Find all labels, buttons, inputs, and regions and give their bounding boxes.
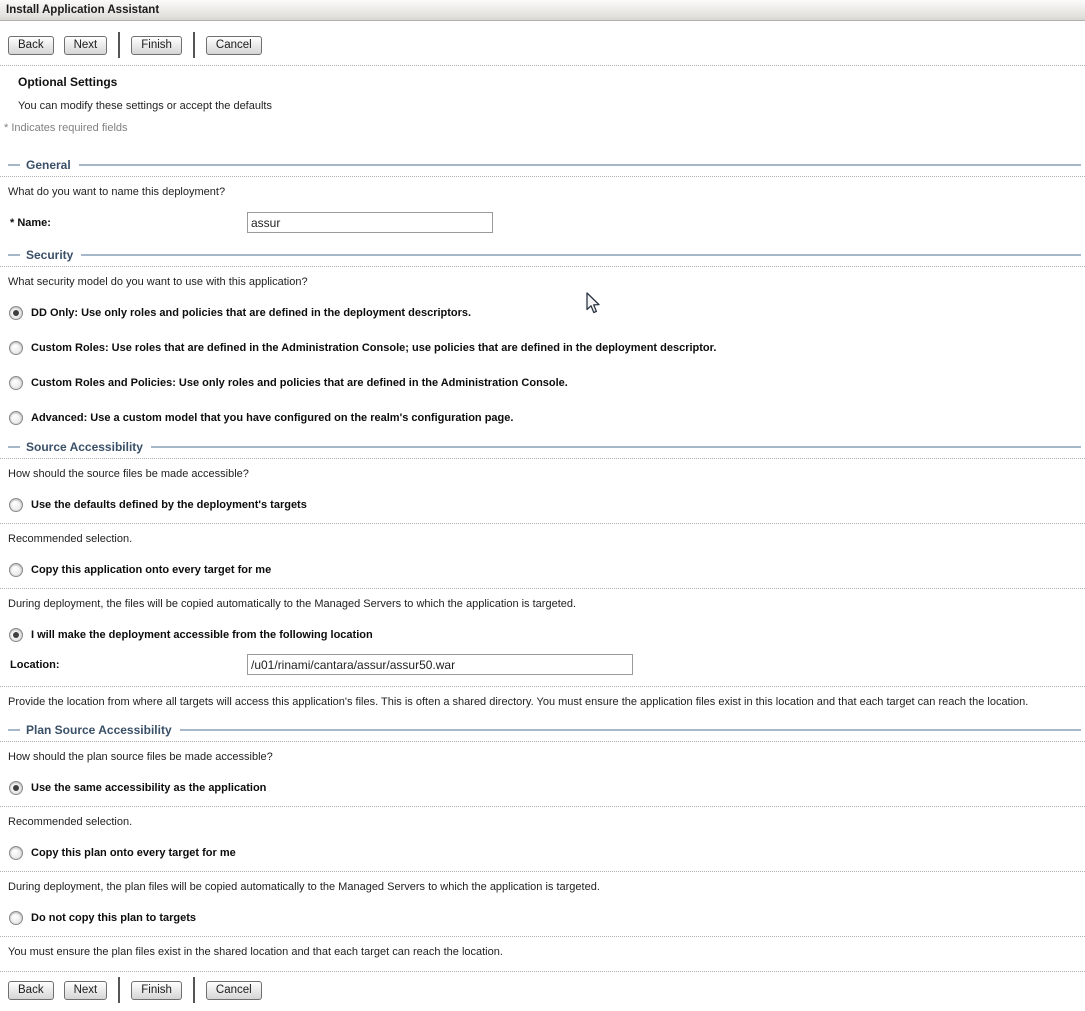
radio-do-not-copy-plan[interactable] bbox=[9, 911, 23, 925]
bottom-toolbar: Back Next Finish Cancel bbox=[8, 978, 1085, 1002]
page-title: Install Application Assistant bbox=[0, 0, 1085, 21]
radio-custom-roles[interactable] bbox=[9, 341, 23, 355]
radio-label-copy-plan: Copy this plan onto every target for me bbox=[31, 847, 236, 859]
source-note-location: Provide the location from where all targ… bbox=[8, 696, 1085, 708]
section-rule bbox=[151, 446, 1081, 448]
section-rule bbox=[81, 254, 1081, 256]
radio-dd-only[interactable] bbox=[9, 306, 23, 320]
next-button[interactable]: Next bbox=[64, 981, 108, 1000]
section-general-header: General bbox=[8, 158, 1081, 172]
radio-row-custom-roles-policies[interactable]: Custom Roles and Policies: Use only role… bbox=[9, 376, 1085, 390]
radio-row-accessible-location[interactable]: I will make the deployment accessible fr… bbox=[9, 628, 1085, 642]
dotted-divider bbox=[0, 806, 1085, 807]
radio-advanced[interactable] bbox=[9, 411, 23, 425]
toolbar-separator bbox=[193, 32, 195, 58]
location-field-label: Location: bbox=[10, 659, 247, 671]
toolbar-separator bbox=[193, 977, 195, 1003]
top-toolbar: Back Next Finish Cancel bbox=[8, 33, 1085, 57]
radio-row-copy-plan[interactable]: Copy this plan onto every target for me bbox=[9, 846, 1085, 860]
dotted-divider bbox=[0, 458, 1085, 459]
radio-copy-application[interactable] bbox=[9, 563, 23, 577]
plan-question: How should the plan source files be made… bbox=[8, 751, 1085, 763]
section-source-accessibility-title: Source Accessibility bbox=[26, 440, 143, 454]
section-security-title: Security bbox=[26, 248, 73, 262]
radio-label-custom-roles-policies: Custom Roles and Policies: Use only role… bbox=[31, 377, 568, 389]
finish-button[interactable]: Finish bbox=[131, 36, 182, 55]
dotted-divider bbox=[0, 741, 1085, 742]
dotted-divider bbox=[0, 65, 1085, 66]
radio-custom-roles-policies[interactable] bbox=[9, 376, 23, 390]
dotted-divider bbox=[0, 936, 1085, 937]
radio-label-dd-only: DD Only: Use only roles and policies tha… bbox=[31, 307, 471, 319]
section-rule bbox=[8, 446, 20, 448]
back-button[interactable]: Back bbox=[8, 36, 54, 55]
page-heading: Optional Settings bbox=[18, 75, 1085, 89]
name-field-row: * Name: bbox=[10, 212, 1085, 233]
name-input[interactable] bbox=[247, 212, 493, 233]
dotted-divider bbox=[0, 971, 1085, 972]
toolbar-separator bbox=[118, 32, 120, 58]
plan-note-shared-location: You must ensure the plan files exist in … bbox=[8, 946, 1085, 958]
finish-button[interactable]: Finish bbox=[131, 981, 182, 1000]
dotted-divider bbox=[0, 871, 1085, 872]
radio-label-do-not-copy-plan: Do not copy this plan to targets bbox=[31, 912, 196, 924]
radio-use-defaults[interactable] bbox=[9, 498, 23, 512]
security-question: What security model do you want to use w… bbox=[8, 276, 1085, 288]
radio-row-dd-only[interactable]: DD Only: Use only roles and policies tha… bbox=[9, 306, 1085, 320]
radio-label-accessible-location: I will make the deployment accessible fr… bbox=[31, 629, 373, 641]
radio-row-use-defaults[interactable]: Use the defaults defined by the deployme… bbox=[9, 498, 1085, 512]
dotted-divider bbox=[0, 176, 1085, 177]
radio-copy-plan[interactable] bbox=[9, 846, 23, 860]
general-question: What do you want to name this deployment… bbox=[8, 186, 1085, 198]
radio-row-do-not-copy-plan[interactable]: Do not copy this plan to targets bbox=[9, 911, 1085, 925]
dotted-divider bbox=[0, 266, 1085, 267]
radio-label-custom-roles: Custom Roles: Use roles that are defined… bbox=[31, 342, 716, 354]
radio-label-same-accessibility: Use the same accessibility as the applic… bbox=[31, 782, 266, 794]
radio-row-advanced[interactable]: Advanced: Use a custom model that you ha… bbox=[9, 411, 1085, 425]
back-button[interactable]: Back bbox=[8, 981, 54, 1000]
section-rule bbox=[180, 729, 1081, 731]
source-question: How should the source files be made acce… bbox=[8, 468, 1085, 480]
section-plan-source-title: Plan Source Accessibility bbox=[26, 723, 172, 737]
name-field-label: * Name: bbox=[10, 217, 247, 229]
toolbar-separator bbox=[118, 977, 120, 1003]
radio-row-custom-roles[interactable]: Custom Roles: Use roles that are defined… bbox=[9, 341, 1085, 355]
dotted-divider bbox=[0, 588, 1085, 589]
location-input[interactable] bbox=[247, 654, 633, 675]
required-fields-note: * Indicates required fields bbox=[4, 122, 1085, 134]
dotted-divider bbox=[0, 686, 1085, 687]
section-rule bbox=[8, 729, 20, 731]
section-source-accessibility-header: Source Accessibility bbox=[8, 440, 1081, 454]
section-rule bbox=[8, 164, 20, 166]
next-button[interactable]: Next bbox=[64, 36, 108, 55]
section-security-header: Security bbox=[8, 248, 1081, 262]
radio-row-same-accessibility[interactable]: Use the same accessibility as the applic… bbox=[9, 781, 1085, 795]
source-note-recommended: Recommended selection. bbox=[8, 533, 1085, 545]
page-subheading: You can modify these settings or accept … bbox=[18, 100, 1085, 112]
location-field-row: Location: bbox=[10, 654, 1085, 675]
radio-same-accessibility[interactable] bbox=[9, 781, 23, 795]
plan-note-recommended: Recommended selection. bbox=[8, 816, 1085, 828]
source-note-copy: During deployment, the files will be cop… bbox=[8, 598, 1085, 610]
dotted-divider bbox=[0, 523, 1085, 524]
section-general-title: General bbox=[26, 158, 71, 172]
cancel-button[interactable]: Cancel bbox=[206, 981, 262, 1000]
radio-label-advanced: Advanced: Use a custom model that you ha… bbox=[31, 412, 513, 424]
section-rule bbox=[8, 254, 20, 256]
section-plan-source-header: Plan Source Accessibility bbox=[8, 723, 1081, 737]
plan-note-copy: During deployment, the plan files will b… bbox=[8, 881, 1085, 893]
section-rule bbox=[79, 164, 1081, 166]
radio-row-copy-application[interactable]: Copy this application onto every target … bbox=[9, 563, 1085, 577]
cancel-button[interactable]: Cancel bbox=[206, 36, 262, 55]
radio-accessible-location[interactable] bbox=[9, 628, 23, 642]
radio-label-use-defaults: Use the defaults defined by the deployme… bbox=[31, 499, 307, 511]
radio-label-copy-application: Copy this application onto every target … bbox=[31, 564, 271, 576]
